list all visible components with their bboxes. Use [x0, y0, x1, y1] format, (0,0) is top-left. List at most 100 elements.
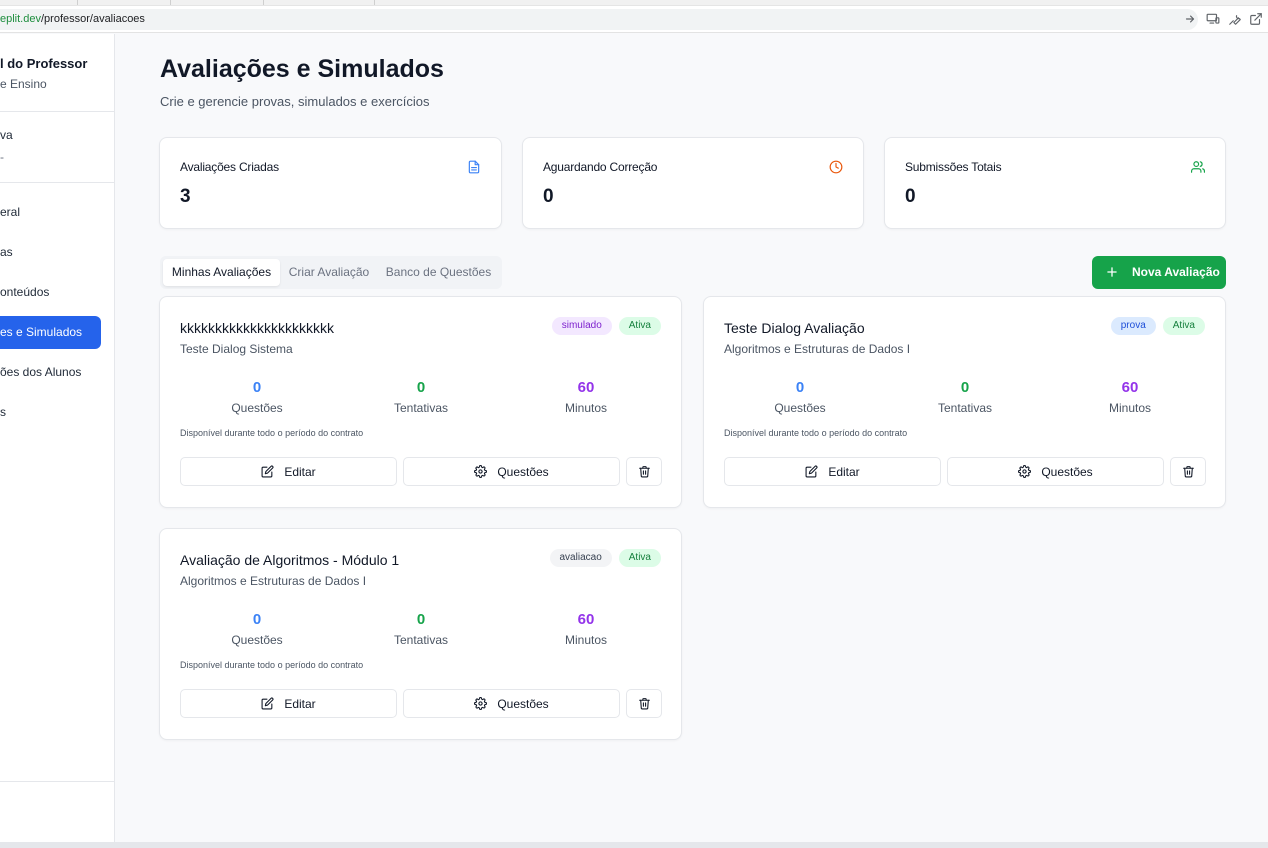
edit-button[interactable]: Editar: [180, 457, 397, 486]
metric-label: Questões: [231, 401, 283, 415]
delete-button[interactable]: [626, 457, 662, 486]
tab-separator: [263, 0, 264, 5]
evaluation-card: kkkkkkkkkkkkkkkkkkkkkk Teste Dialog Sist…: [159, 296, 682, 508]
tab-criar-avaliacao[interactable]: Criar Avaliação: [282, 259, 376, 286]
delete-button[interactable]: [1170, 457, 1206, 486]
edit-label: Editar: [828, 464, 860, 479]
sidebar-title: l do Professor: [0, 56, 88, 71]
sidebar-divider: [0, 182, 114, 183]
sidebar-divider: [0, 111, 114, 112]
sidebar-item-conteudos[interactable]: onteúdos: [0, 276, 101, 309]
metric-tentativas: 0 Tentativas: [885, 379, 1045, 415]
wrench-icon[interactable]: [1228, 12, 1242, 26]
stat-card-submissoes: Submissões Totais 0: [884, 137, 1226, 229]
stat-value: 3: [180, 186, 191, 207]
metric-label: Questões: [231, 633, 283, 647]
sidebar-profile-sub: -: [0, 150, 4, 164]
questions-label: Questões: [497, 464, 549, 479]
stat-value: 0: [905, 186, 916, 207]
clock-icon: [829, 160, 843, 174]
metric-label: Tentativas: [937, 401, 993, 415]
arrow-right-icon[interactable]: [1183, 12, 1197, 26]
edit-button[interactable]: Editar: [180, 689, 397, 718]
availability-text: Disponível durante todo o período do con…: [180, 660, 364, 670]
metric-label: Minutos: [564, 401, 608, 415]
nova-avaliacao-button[interactable]: Nova Avaliação: [1092, 256, 1226, 289]
metric-value: 0: [252, 379, 262, 396]
card-badges: avaliacao Ativa: [549, 549, 661, 567]
tab-separator: [170, 0, 171, 5]
metric-value: 60: [1121, 379, 1139, 396]
tab-separator: [77, 0, 78, 5]
external-link-icon[interactable]: [1249, 12, 1263, 26]
questions-button[interactable]: Questões: [403, 689, 620, 718]
status-badge: Ativa: [1162, 317, 1205, 335]
sidebar-item-avaliacoes[interactable]: es e Simulados: [0, 316, 101, 349]
metric-questoes: 0 Questões: [177, 611, 337, 647]
card-title: Teste Dialog Avaliação: [724, 320, 865, 336]
sidebar-item-geral[interactable]: eral: [0, 196, 101, 229]
sidebar-divider: [0, 781, 114, 782]
page-subtitle: Crie e gerencie provas, simulados e exer…: [160, 94, 430, 109]
sidebar-item-relatorios[interactable]: s: [0, 396, 101, 429]
metric-label: Minutos: [1108, 401, 1152, 415]
edit-label: Editar: [284, 464, 316, 479]
type-badge: simulado: [551, 317, 612, 335]
gear-icon: [1018, 465, 1032, 478]
availability-text: Disponível durante todo o período do con…: [180, 428, 364, 438]
sidebar-profile-label: va: [0, 128, 13, 142]
trash-icon: [638, 465, 651, 478]
edit-icon: [261, 697, 274, 710]
sidebar-item-submissoes[interactable]: ões dos Alunos: [0, 356, 101, 389]
tab-banco-de-questoes[interactable]: Banco de Questões: [378, 259, 499, 286]
questions-button[interactable]: Questões: [947, 457, 1164, 486]
metric-minutos: 60 Minutos: [1050, 379, 1210, 415]
card-title: Avaliação de Algoritmos - Módulo 1: [180, 552, 400, 568]
metric-value: 0: [416, 379, 426, 396]
card-badges: prova Ativa: [1110, 317, 1205, 335]
edit-icon: [805, 465, 818, 478]
metric-value: 0: [960, 379, 970, 396]
metric-label: Minutos: [564, 633, 608, 647]
card-subtitle: Algoritmos e Estruturas de Dados I: [180, 574, 367, 588]
card-subtitle: Teste Dialog Sistema: [180, 342, 293, 356]
metric-value: 60: [577, 611, 595, 628]
bottom-scrollbar-area: [0, 842, 1268, 848]
metric-label: Tentativas: [393, 633, 449, 647]
questions-button[interactable]: Questões: [403, 457, 620, 486]
gear-icon: [474, 465, 488, 478]
document-icon: [467, 160, 481, 174]
type-badge: avaliacao: [549, 549, 612, 567]
page-title: Avaliações e Simulados: [160, 55, 444, 83]
sidebar-subtitle: e Ensino: [0, 77, 47, 91]
devices-icon[interactable]: [1206, 12, 1220, 26]
stat-card-avaliacoes: Avaliações Criadas 3: [159, 137, 502, 229]
metric-minutos: 60 Minutos: [506, 611, 666, 647]
card-badges: simulado Ativa: [551, 317, 661, 335]
stat-label: Submissões Totais: [905, 160, 1002, 174]
questions-label: Questões: [497, 696, 549, 711]
url-path: /professor/avaliacoes: [40, 13, 145, 25]
status-badge: Ativa: [618, 317, 661, 335]
address-bar: eplit.dev/professor/avaliacoes: [0, 6, 1268, 33]
delete-button[interactable]: [626, 689, 662, 718]
metric-questoes: 0 Questões: [177, 379, 337, 415]
trash-icon: [1182, 465, 1195, 478]
stat-label: Aguardando Correção: [543, 160, 658, 174]
users-icon: [1191, 160, 1205, 174]
tab-list: Minhas Avaliações Criar Avaliação Banco …: [160, 256, 502, 289]
edit-icon: [261, 465, 274, 478]
tab-separator: [374, 0, 375, 5]
edit-button[interactable]: Editar: [724, 457, 941, 486]
metric-label: Questões: [774, 401, 826, 415]
plus-icon: [1105, 265, 1119, 279]
url-field[interactable]: eplit.dev/professor/avaliacoes: [0, 9, 1198, 30]
url-host: eplit.dev: [0, 13, 41, 25]
tab-minhas-avaliacoes[interactable]: Minhas Avaliações: [163, 259, 280, 286]
metric-tentativas: 0 Tentativas: [341, 379, 501, 415]
type-badge: prova: [1110, 317, 1156, 335]
sidebar-item-turmas[interactable]: as: [0, 236, 101, 269]
metric-value: 0: [416, 611, 426, 628]
status-badge: Ativa: [618, 549, 661, 567]
metric-questoes: 0 Questões: [720, 379, 880, 415]
